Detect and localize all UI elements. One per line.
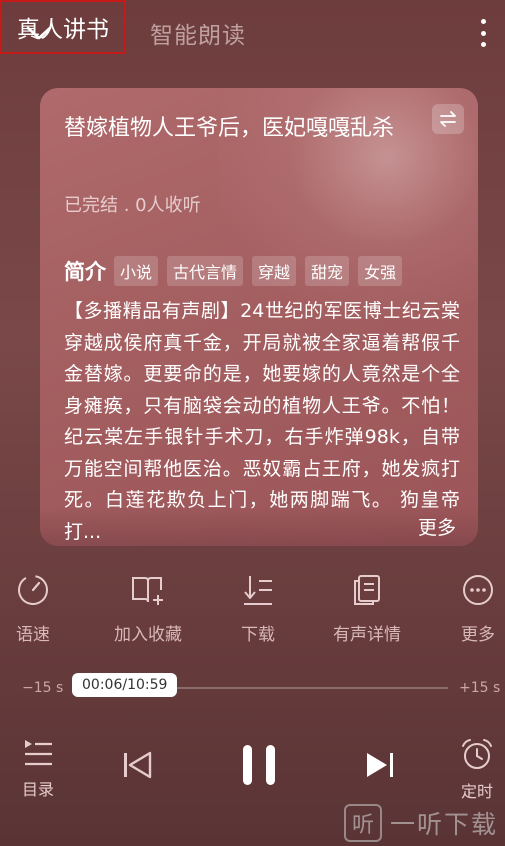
progress-bar: −15 s 00:06/10:59 +15 s	[0, 670, 505, 706]
tag[interactable]: 女强	[358, 256, 403, 286]
audio-detail-button[interactable]: 有声详情	[333, 572, 401, 645]
alarm-clock-icon	[462, 739, 492, 769]
seek-forward-15[interactable]: +15 s	[459, 680, 500, 696]
intro-row: 简介 小说 古代言情 穿越 甜宠 女强	[64, 256, 411, 286]
collapse-button[interactable]	[22, 18, 56, 48]
skip-previous-icon	[124, 751, 152, 779]
next-button[interactable]	[364, 750, 396, 780]
more-circle-icon	[463, 575, 493, 605]
more-button[interactable]: 更多	[460, 572, 496, 645]
add-favorite-label: 加入收藏	[114, 625, 182, 645]
description-more-link[interactable]: 更多	[418, 513, 456, 540]
tag[interactable]: 小说	[114, 256, 159, 286]
tag[interactable]: 穿越	[252, 256, 297, 286]
add-bookmark-icon	[132, 577, 163, 605]
speed-button[interactable]: 语速	[15, 572, 51, 645]
tab-human-narration[interactable]: 真人讲书	[0, 0, 126, 54]
tag[interactable]: 古代言情	[167, 256, 244, 286]
detail-icon	[354, 575, 380, 605]
catalog-button[interactable]: 目录	[22, 738, 54, 800]
tag[interactable]: 甜宠	[305, 256, 350, 286]
seek-back-15[interactable]: −15 s	[22, 680, 63, 696]
book-card: 替嫁植物人王爷后，医妃嘎嘎乱杀 已完结 . 0人收听 简介 小说 古代言情 穿越…	[40, 88, 478, 546]
catalog-label: 目录	[22, 780, 55, 799]
dot	[480, 42, 486, 47]
more-menu-button[interactable]	[473, 16, 493, 50]
playback-controls: 目录 定时	[0, 735, 505, 805]
add-favorite-button[interactable]: 加入收藏	[114, 572, 182, 645]
progress-thumb[interactable]: 00:06/10:59	[72, 673, 178, 697]
timer-label: 定时	[460, 782, 493, 801]
playlist-icon	[25, 740, 52, 766]
swap-icon	[440, 111, 456, 127]
download-button[interactable]: 下载	[240, 572, 276, 645]
dot	[480, 30, 486, 36]
pause-icon	[243, 745, 275, 785]
timer-button[interactable]: 定时	[460, 738, 494, 802]
speed-label: 语速	[16, 625, 50, 645]
switch-button[interactable]	[432, 104, 464, 134]
tab-smart-reading[interactable]: 智能朗读	[150, 16, 246, 50]
speed-icon	[18, 575, 48, 605]
top-bar: 智能朗读 真人讲书	[0, 0, 505, 70]
action-bar: 语速 加入收藏 下载 有声详情 更多	[0, 572, 505, 652]
book-description: 【多播精品有声剧】24世纪的军医博士纪云棠穿越成侯府真千金，开局就被全家逼着帮假…	[64, 300, 460, 543]
more-label: 更多	[461, 625, 495, 645]
pause-button[interactable]	[240, 743, 278, 787]
audio-detail-label: 有声详情	[333, 625, 401, 645]
download-label: 下载	[241, 625, 275, 645]
previous-button[interactable]	[121, 750, 153, 780]
skip-next-icon	[367, 753, 393, 777]
watermark: 听 一听下载	[344, 804, 498, 842]
book-meta: 已完结 . 0人收听	[64, 195, 201, 216]
chevron-down-icon	[26, 26, 52, 40]
watermark-logo: 听	[344, 804, 382, 842]
watermark-text: 一听下载	[390, 810, 499, 839]
dot	[480, 19, 486, 24]
book-title: 替嫁植物人王爷后，医妃嘎嘎乱杀	[64, 116, 395, 141]
download-icon	[244, 576, 272, 605]
intro-label: 简介	[64, 260, 106, 284]
